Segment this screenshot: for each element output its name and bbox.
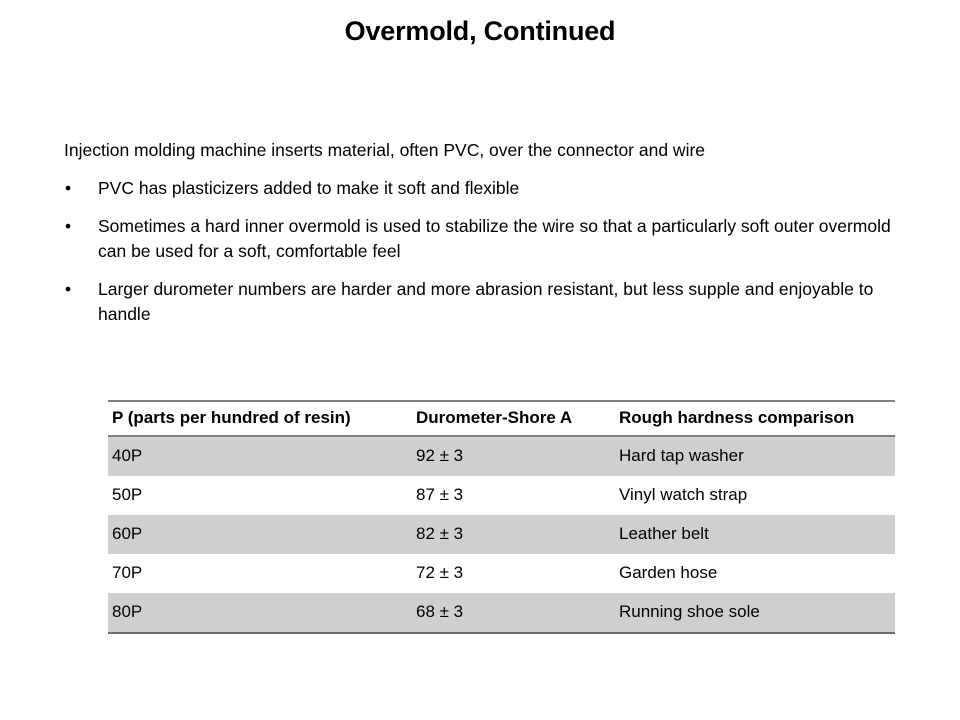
column-header-hardness-comparison: Rough hardness comparison [615,400,895,437]
body-content: Injection molding machine inserts materi… [62,138,902,340]
cell-durometer: 87 ± 3 [412,476,615,515]
column-header-parts-per-hundred: P (parts per hundred of resin) [108,400,412,437]
table-header-row: P (parts per hundred of resin) Durometer… [108,400,895,437]
bullet-item: • Larger durometer numbers are harder an… [62,277,902,327]
bullet-item: • Sometimes a hard inner overmold is use… [62,214,902,264]
cell-parts-per-hundred: 60P [108,515,412,554]
cell-parts-per-hundred: 40P [108,436,412,476]
bullet-marker-icon: • [65,279,72,299]
cell-durometer: 72 ± 3 [412,554,615,593]
cell-comparison: Running shoe sole [615,593,895,634]
bullet-marker-icon: • [65,178,72,198]
page-title: Overmold, Continued [344,16,616,46]
cell-comparison: Garden hose [615,554,895,593]
lead-paragraph: Injection molding machine inserts materi… [64,140,706,160]
bullet-text: PVC has plasticizers added to make it so… [98,178,520,198]
table-row: 50P 87 ± 3 Vinyl watch strap [108,476,895,515]
cell-durometer: 82 ± 3 [412,515,615,554]
table-row: 40P 92 ± 3 Hard tap washer [108,436,895,476]
bullet-text: Sometimes a hard inner overmold is used … [98,216,891,261]
cell-comparison: Vinyl watch strap [615,476,895,515]
bullet-marker-icon: • [65,216,72,236]
hardness-table: P (parts per hundred of resin) Durometer… [108,400,895,634]
cell-parts-per-hundred: 50P [108,476,412,515]
cell-durometer: 92 ± 3 [412,436,615,476]
bullet-item: • PVC has plasticizers added to make it … [62,176,902,201]
table-row: 80P 68 ± 3 Running shoe sole [108,593,895,634]
cell-comparison: Leather belt [615,515,895,554]
table-row: 70P 72 ± 3 Garden hose [108,554,895,593]
cell-parts-per-hundred: 70P [108,554,412,593]
cell-durometer: 68 ± 3 [412,593,615,634]
column-header-durometer: Durometer-Shore A [412,400,615,437]
cell-parts-per-hundred: 80P [108,593,412,634]
table-row: 60P 82 ± 3 Leather belt [108,515,895,554]
cell-comparison: Hard tap washer [615,436,895,476]
bullet-text: Larger durometer numbers are harder and … [98,279,874,324]
